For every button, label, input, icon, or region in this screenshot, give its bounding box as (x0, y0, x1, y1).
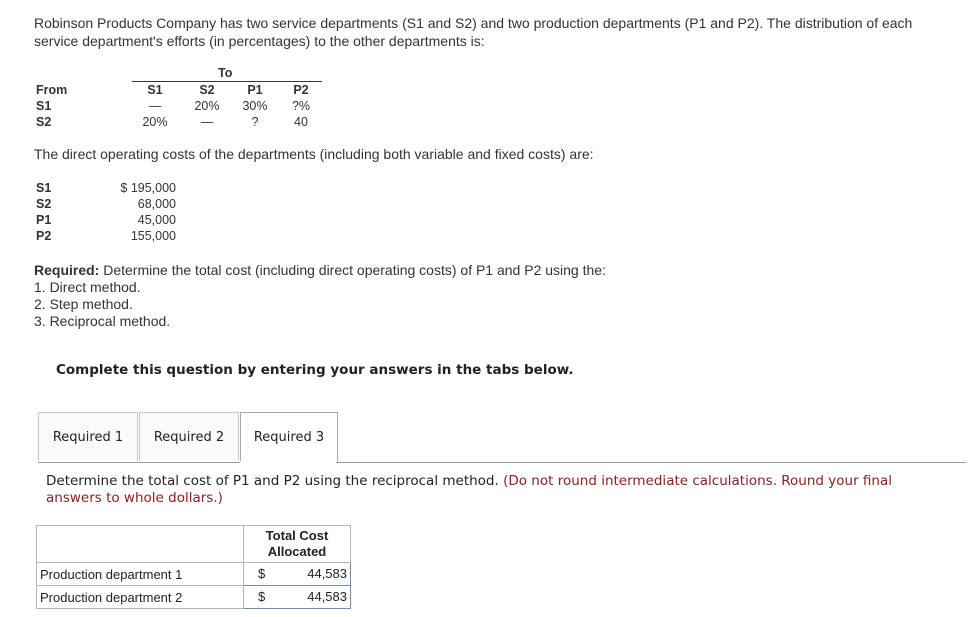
cell: — (200, 115, 214, 129)
header-line: Allocated (267, 544, 327, 559)
cost-dept: P1 (36, 213, 52, 227)
problem-intro: Robinson Products Company has two servic… (34, 15, 913, 49)
col-header-p2: P2 (293, 83, 309, 97)
from-header: From (36, 83, 68, 97)
amount-value: 44,583 (307, 566, 347, 581)
answer-table: Total Cost Allocated Production departmen… (36, 525, 351, 609)
row-header: S2 (36, 115, 52, 129)
cost-dept: P2 (36, 229, 52, 243)
active-tab-gap (240, 461, 336, 464)
blank-header (36, 525, 244, 563)
amount-value: 44,583 (307, 589, 347, 604)
cell: 30% (242, 99, 268, 113)
complete-instruction: Complete this question by entering your … (56, 362, 574, 378)
total-cost-header: Total Cost Allocated (243, 525, 351, 563)
tab-required-2[interactable]: Required 2 (139, 412, 239, 461)
required-label: Required: (34, 262, 100, 278)
distribution-row: S1 — 20% 30% ?% (36, 98, 336, 114)
row-label: Production department 1 (36, 562, 244, 586)
row-label: Production department 2 (36, 585, 244, 609)
cost-value: 155,000 (130, 229, 176, 243)
currency-symbol: $ (258, 566, 266, 581)
col-header-s1: S1 (147, 83, 163, 97)
cell: — (148, 99, 162, 113)
col-header-s2: S2 (199, 83, 215, 97)
required-item: 1. Direct method. (34, 279, 141, 295)
cell: 20% (142, 115, 168, 129)
cost-row: P2 155,000 (36, 228, 176, 244)
currency-symbol: $ (258, 589, 266, 604)
required-line: Required: Determine the total cost (incl… (34, 262, 606, 279)
cost-row: S2 68,000 (36, 196, 176, 212)
cost-dept: S2 (36, 197, 52, 211)
row-header: S1 (36, 99, 52, 113)
distribution-header-row: From S1 S2 P1 P2 (36, 82, 336, 98)
cost-value: 45,000 (137, 213, 176, 227)
tab-divider (38, 462, 966, 463)
required-item: 3. Reciprocal method. (34, 313, 171, 329)
answer-row: Production department 1 $ 44,583 (36, 562, 351, 586)
required-section: Required: Determine the total cost (incl… (34, 262, 606, 330)
tab-required-1[interactable]: Required 1 (38, 412, 138, 461)
to-header: To (218, 66, 233, 80)
cost-value: 68,000 (137, 197, 176, 211)
header-line: Total Cost (265, 528, 329, 543)
tab-instruction: Determine the total cost of P1 and P2 us… (46, 473, 946, 507)
required-text: Determine the total cost (including dire… (99, 262, 606, 278)
cost-dept: S1 (36, 181, 52, 195)
required-item: 2. Step method. (34, 296, 133, 312)
cell: 20% (194, 99, 220, 113)
cost-row: S1 $ 195,000 (36, 180, 176, 196)
cell: 40 (294, 115, 308, 129)
cost-value: $ 195,000 (120, 181, 176, 195)
col-header-p1: P1 (247, 83, 263, 97)
cost-row: P1 45,000 (36, 212, 176, 228)
answer-row: Production department 2 $ 44,583 (36, 585, 351, 609)
tab-required-3[interactable]: Required 3 (240, 412, 338, 463)
distribution-row: S2 20% — ? 40 (36, 114, 336, 130)
answer-header-row: Total Cost Allocated (36, 525, 351, 563)
direct-costs-title: The direct operating costs of the depart… (34, 146, 594, 162)
instruction-text: Determine the total cost of P1 and P2 us… (46, 473, 504, 489)
cell: ? (251, 115, 259, 129)
p1-total-cost-input[interactable]: $ 44,583 (243, 562, 351, 586)
p2-total-cost-input[interactable]: $ 44,583 (243, 585, 351, 609)
cell: ?% (291, 99, 311, 113)
